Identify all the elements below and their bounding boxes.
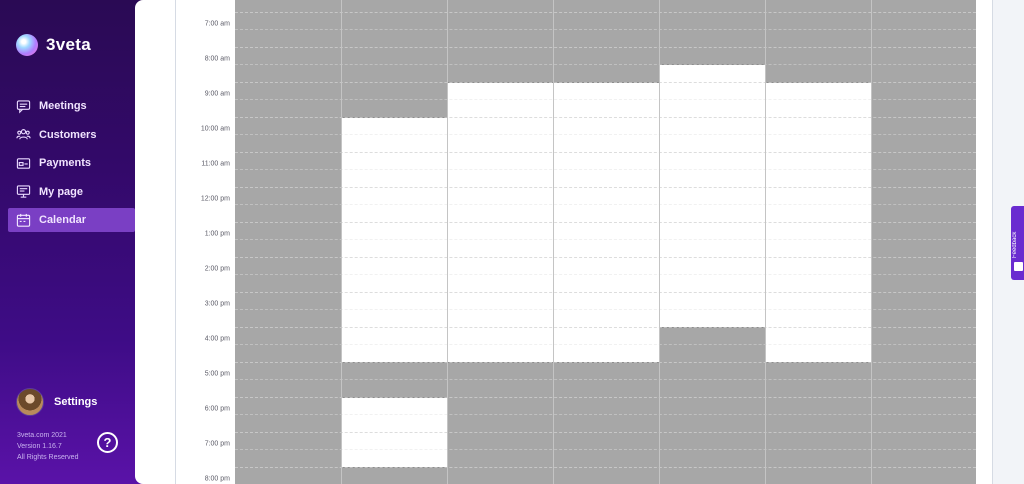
settings-link[interactable]: Settings: [16, 388, 97, 416]
hour-line: [235, 11, 976, 13]
time-label: 3:00 pm: [204, 300, 230, 308]
hour-line: [235, 431, 976, 433]
half-hour-line: [235, 169, 976, 171]
sidebar-item-customers[interactable]: Customers: [8, 123, 135, 147]
time-label: 8:00 pm: [204, 475, 230, 483]
day-divider: [341, 0, 342, 484]
hour-line: [235, 396, 976, 398]
half-hour-line: [235, 414, 976, 416]
settings-label: Settings: [54, 396, 98, 408]
half-hour-line: [235, 134, 976, 136]
sidebar-item-label: Customers: [39, 128, 97, 141]
half-hour-line: [235, 344, 976, 346]
half-hour-line: [235, 64, 976, 66]
day-divider: [659, 0, 660, 484]
time-label: 4:00 pm: [204, 335, 230, 343]
time-axis: 7:00 am 8:00 am 9:00 am 10:00 am 11:00 am 12:…: [175, 0, 235, 484]
half-hour-line: [235, 449, 976, 451]
users-icon: [16, 127, 31, 142]
feedback-icon: [1014, 262, 1023, 271]
half-hour-line: [235, 204, 976, 206]
logo-mark-icon: [16, 34, 38, 56]
calendar-icon: [16, 213, 31, 228]
hour-line: [235, 256, 976, 258]
avatar: [16, 388, 44, 416]
time-label: 2:00 pm: [204, 265, 230, 273]
sidebar-item-payments[interactable]: Payments: [8, 151, 135, 175]
hour-line: [235, 221, 976, 223]
half-hour-line: [235, 309, 976, 311]
time-label: 8:00 am: [204, 55, 230, 63]
time-label: 12:00 pm: [200, 195, 230, 203]
sidebar-nav: Meetings Customers Payments My page Cale…: [0, 94, 143, 237]
help-button[interactable]: ?: [97, 432, 118, 453]
sidebar-footer: 3veta.com 2021 Version 1.16.7 All Rights…: [17, 430, 78, 463]
half-hour-line: [235, 239, 976, 241]
sidebar-item-label: Calendar: [39, 214, 87, 226]
logo[interactable]: 3veta: [16, 34, 91, 56]
day-divider: [553, 0, 554, 484]
hour-line: [235, 326, 976, 328]
footer-rights: All Rights Reserved: [17, 454, 79, 461]
sidebar-item-label: My page: [39, 185, 84, 198]
feedback-label: Feedback: [1012, 231, 1018, 258]
footer-version: Version 1.16.7: [17, 443, 62, 450]
time-label: 6:00 pm: [204, 405, 230, 413]
time-label: 9:00 am: [204, 90, 230, 98]
half-hour-line: [235, 29, 976, 31]
day-divider: [447, 0, 448, 484]
half-hour-line: [235, 379, 976, 381]
hour-line: [235, 81, 976, 83]
calendar-week-grid[interactable]: [235, 0, 976, 484]
hour-line: [235, 291, 976, 293]
half-hour-line: [235, 99, 976, 101]
monitor-icon: [16, 184, 31, 199]
help-icon: ?: [103, 435, 112, 450]
availability-block[interactable]: [659, 64, 765, 327]
sidebar: 3veta Meetings Customers Payments My pag…: [0, 0, 143, 484]
hour-line: [235, 186, 976, 188]
time-label: 5:00 pm: [204, 370, 230, 378]
day-divider: [765, 0, 766, 484]
hour-line: [235, 466, 976, 468]
sidebar-item-calendar[interactable]: Calendar: [8, 208, 135, 232]
hour-line: [235, 361, 976, 363]
sidebar-item-label: Payments: [39, 157, 91, 169]
time-label: 11:00 am: [201, 160, 230, 168]
card-icon: [16, 156, 31, 171]
hour-line: [235, 46, 976, 48]
day-divider: [871, 0, 872, 484]
chat-icon: [16, 99, 31, 114]
sidebar-item-meetings[interactable]: Meetings: [8, 94, 135, 118]
sidebar-item-my-page[interactable]: My page: [8, 180, 135, 204]
hour-line: [235, 151, 976, 153]
logo-text: 3veta: [46, 35, 91, 54]
feedback-tab[interactable]: Feedback: [1011, 206, 1024, 280]
hour-line: [235, 116, 976, 118]
time-label: 7:00 am: [204, 20, 230, 28]
time-label: 1:00 pm: [204, 230, 230, 238]
footer-copyright: 3veta.com 2021: [17, 432, 67, 439]
time-label: 7:00 pm: [204, 440, 230, 448]
sidebar-item-label: Meetings: [39, 100, 87, 112]
half-hour-line: [235, 274, 976, 276]
time-label: 10:00 am: [200, 125, 230, 133]
